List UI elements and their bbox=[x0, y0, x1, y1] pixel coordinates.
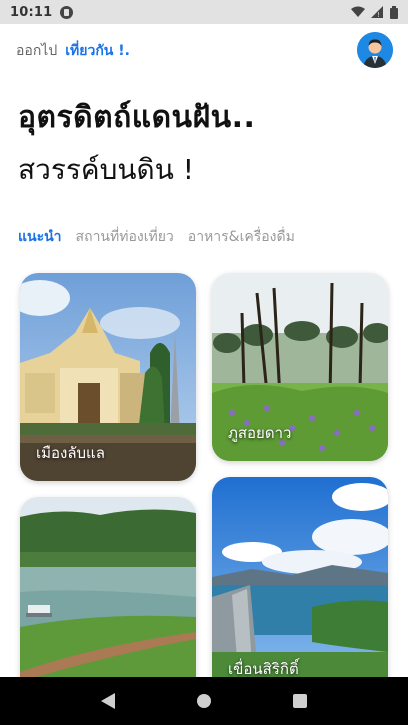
lake-houseboat-image bbox=[20, 497, 196, 677]
header-bar: ออกไป เที่ยวกัน !. bbox=[16, 40, 130, 62]
back-triangle-icon bbox=[101, 693, 115, 709]
avatar-person-icon bbox=[357, 32, 393, 68]
recents-button[interactable] bbox=[290, 691, 310, 711]
back-button[interactable] bbox=[98, 691, 118, 711]
wifi-icon bbox=[351, 6, 365, 17]
hero-subtitle: สวรรค์บนดิน ! bbox=[18, 153, 194, 186]
tab-attractions[interactable]: สถานที่ท่องเที่ยว bbox=[76, 226, 174, 248]
status-bar: 10:11 ! bbox=[0, 0, 408, 24]
place-name: เขื่อนสิริกิติ์ bbox=[228, 660, 299, 677]
place-card-lake[interactable] bbox=[20, 497, 196, 677]
home-circle-icon bbox=[197, 694, 211, 708]
go-travel-link[interactable]: เที่ยวกัน !. bbox=[65, 40, 130, 62]
home-button[interactable] bbox=[194, 691, 214, 711]
exit-link[interactable]: ออกไป bbox=[16, 40, 57, 62]
place-name: เมืองลับแล bbox=[36, 444, 105, 462]
android-nav-bar bbox=[0, 677, 408, 725]
place-card-sirikit-dam[interactable]: เขื่อนสิริกิติ์ bbox=[212, 477, 388, 677]
signal-icon: ! bbox=[371, 6, 383, 18]
place-name: ภูสอยดาว bbox=[228, 424, 292, 442]
hero-title: อุตรดิตถ์แดนฝัน.. bbox=[18, 100, 256, 135]
place-card-muang-laplae[interactable]: เมืองลับแล bbox=[20, 273, 196, 481]
app-screen: ออกไป เที่ยวกัน !. อุตรดิตถ์แดนฝัน.. สวร… bbox=[0, 24, 408, 677]
tab-recommended[interactable]: แนะนำ bbox=[18, 226, 62, 248]
svg-text:!: ! bbox=[377, 11, 380, 18]
tab-food-drinks[interactable]: อาหาร&เครื่องดื่ม bbox=[188, 226, 295, 248]
battery-icon bbox=[390, 5, 398, 19]
user-avatar[interactable] bbox=[357, 32, 393, 68]
place-card-phu-soi-dao[interactable]: ภูสอยดาว bbox=[212, 273, 388, 461]
category-tabs: แนะนำ สถานที่ท่องเที่ยว อาหาร&เครื่องดื่… bbox=[18, 226, 295, 248]
status-time: 10:11 bbox=[10, 4, 53, 20]
dam-reservoir-image bbox=[212, 477, 388, 677]
notification-icon bbox=[60, 5, 74, 19]
recents-square-icon bbox=[293, 694, 307, 708]
